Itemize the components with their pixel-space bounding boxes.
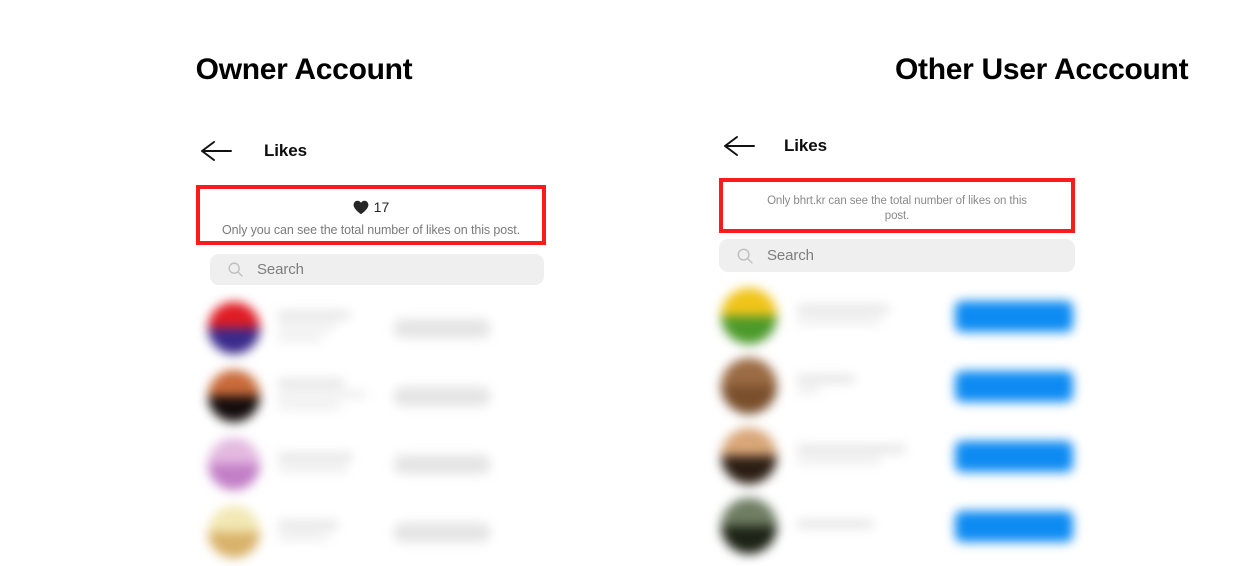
list-item[interactable] <box>196 294 546 362</box>
avatar[interactable] <box>208 302 260 354</box>
arrow-left-icon[interactable] <box>723 135 757 157</box>
nav-title: Likes <box>784 136 827 155</box>
likes-screen-owner: Likes 17 Only you can see the total numb… <box>196 128 546 558</box>
likes-privacy-highlight-box: 17 Only you can see the total number of … <box>196 185 546 245</box>
search-input[interactable]: Search <box>719 239 1075 272</box>
privacy-note: Only bhrt.kr can see the total number of… <box>767 194 1027 222</box>
likers-list[interactable] <box>196 294 546 566</box>
heart-filled-icon <box>353 200 369 215</box>
avatar[interactable] <box>208 506 260 558</box>
search-icon <box>737 248 753 264</box>
nav-header: Likes <box>196 128 546 174</box>
list-item[interactable] <box>719 491 1075 561</box>
nav-header: Likes <box>719 123 1075 169</box>
follow-state-button[interactable] <box>394 454 490 474</box>
search-placeholder: Search <box>257 261 304 278</box>
list-item[interactable] <box>719 421 1075 491</box>
privacy-note: Only you can see the total number of lik… <box>221 223 521 237</box>
likes-privacy-highlight-box: Only bhrt.kr can see the total number of… <box>719 178 1075 233</box>
avatar[interactable] <box>721 428 777 484</box>
list-item[interactable] <box>196 362 546 430</box>
likers-list[interactable] <box>719 281 1075 561</box>
follow-button[interactable] <box>955 440 1073 472</box>
page-title: Owner Account <box>195 53 413 86</box>
user-meta <box>797 444 905 468</box>
follow-button[interactable] <box>955 370 1073 402</box>
user-meta <box>278 311 350 345</box>
list-item[interactable] <box>196 430 546 498</box>
follow-state-button[interactable] <box>394 386 490 406</box>
user-meta <box>797 304 889 328</box>
list-item[interactable] <box>719 351 1075 421</box>
user-meta <box>797 520 873 532</box>
avatar[interactable] <box>208 370 260 422</box>
nav-title: Likes <box>264 141 307 160</box>
arrow-left-icon[interactable] <box>200 140 234 162</box>
avatar[interactable] <box>208 438 260 490</box>
list-item[interactable] <box>719 281 1075 351</box>
page-title: Other User Acccount <box>895 53 1189 86</box>
list-item[interactable] <box>196 498 546 566</box>
avatar[interactable] <box>721 288 777 344</box>
user-meta <box>278 520 338 544</box>
avatar[interactable] <box>721 498 777 554</box>
avatar[interactable] <box>721 358 777 414</box>
user-meta <box>278 452 352 476</box>
follow-state-button[interactable] <box>394 318 490 338</box>
search-input[interactable]: Search <box>210 254 544 285</box>
follow-button[interactable] <box>955 510 1073 542</box>
owner-account-panel: Owner Account Likes 17 Only you can see … <box>0 0 622 558</box>
other-user-account-panel: Other User Acccount Likes Only bhrt.kr c… <box>623 0 1245 554</box>
user-meta <box>797 374 855 398</box>
likes-screen-other-user: Likes Only bhrt.kr can see the total num… <box>719 123 1075 554</box>
like-count-row: 17 <box>200 197 542 217</box>
search-icon <box>228 262 243 277</box>
user-meta <box>278 379 366 413</box>
like-count-value: 17 <box>373 199 390 215</box>
follow-state-button[interactable] <box>394 522 490 542</box>
search-placeholder: Search <box>767 247 814 264</box>
follow-button[interactable] <box>955 300 1073 332</box>
